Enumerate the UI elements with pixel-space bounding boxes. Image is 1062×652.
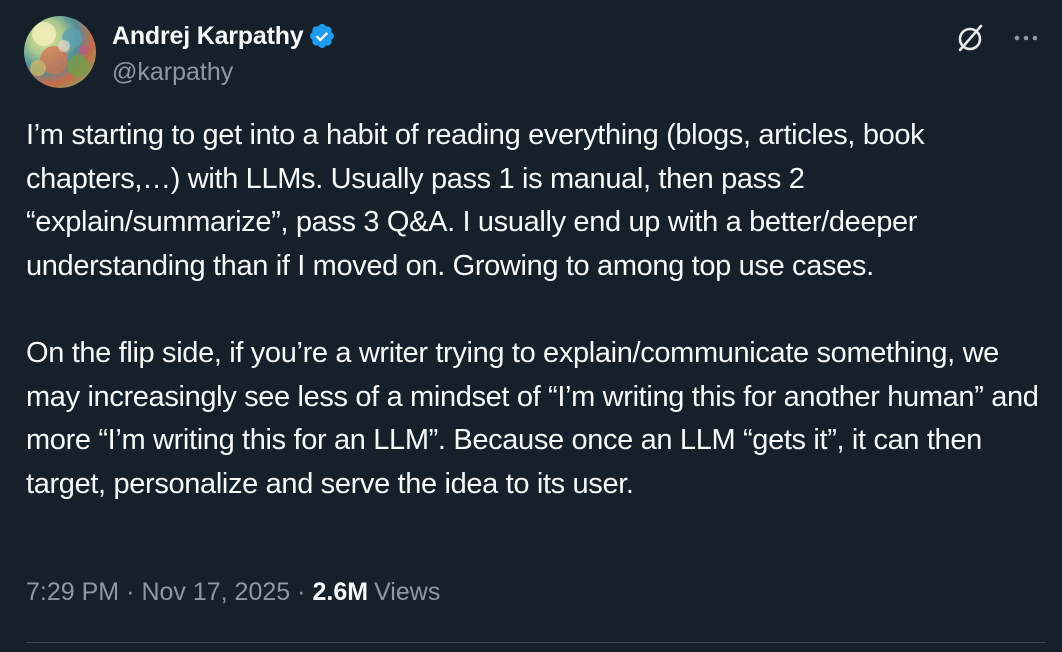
avatar[interactable] — [24, 16, 96, 88]
meta-separator: · — [297, 578, 306, 606]
more-horizontal-icon[interactable] — [1010, 24, 1042, 52]
tweet-text: I’m starting to get into a habit of read… — [26, 114, 1048, 506]
tweet-paragraph: On the flip side, if you’re a writer try… — [26, 336, 1039, 500]
verified-badge-icon[interactable] — [308, 22, 336, 50]
grok-icon[interactable] — [954, 22, 986, 54]
author-name-row: Andrej Karpathy — [112, 18, 336, 54]
divider — [26, 642, 1046, 643]
tweet-header: Andrej Karpathy @karpathy — [24, 16, 1044, 90]
views-count: 2.6M — [312, 578, 369, 606]
author-info: Andrej Karpathy @karpathy — [112, 18, 336, 87]
author-handle[interactable]: @karpathy — [112, 58, 336, 87]
meta-separator: · — [126, 578, 135, 606]
tweet-meta: 7:29 PM · Nov 17, 2025 · 2.6M Views — [26, 578, 440, 607]
views-label: Views — [374, 578, 441, 606]
author-display-name[interactable]: Andrej Karpathy — [112, 22, 304, 51]
avatar-image — [30, 22, 89, 77]
tweet-date[interactable]: Nov 17, 2025 — [141, 578, 290, 607]
tweet-time[interactable]: 7:29 PM — [26, 578, 119, 607]
tweet-paragraph: I’m starting to get into a habit of read… — [26, 119, 925, 282]
